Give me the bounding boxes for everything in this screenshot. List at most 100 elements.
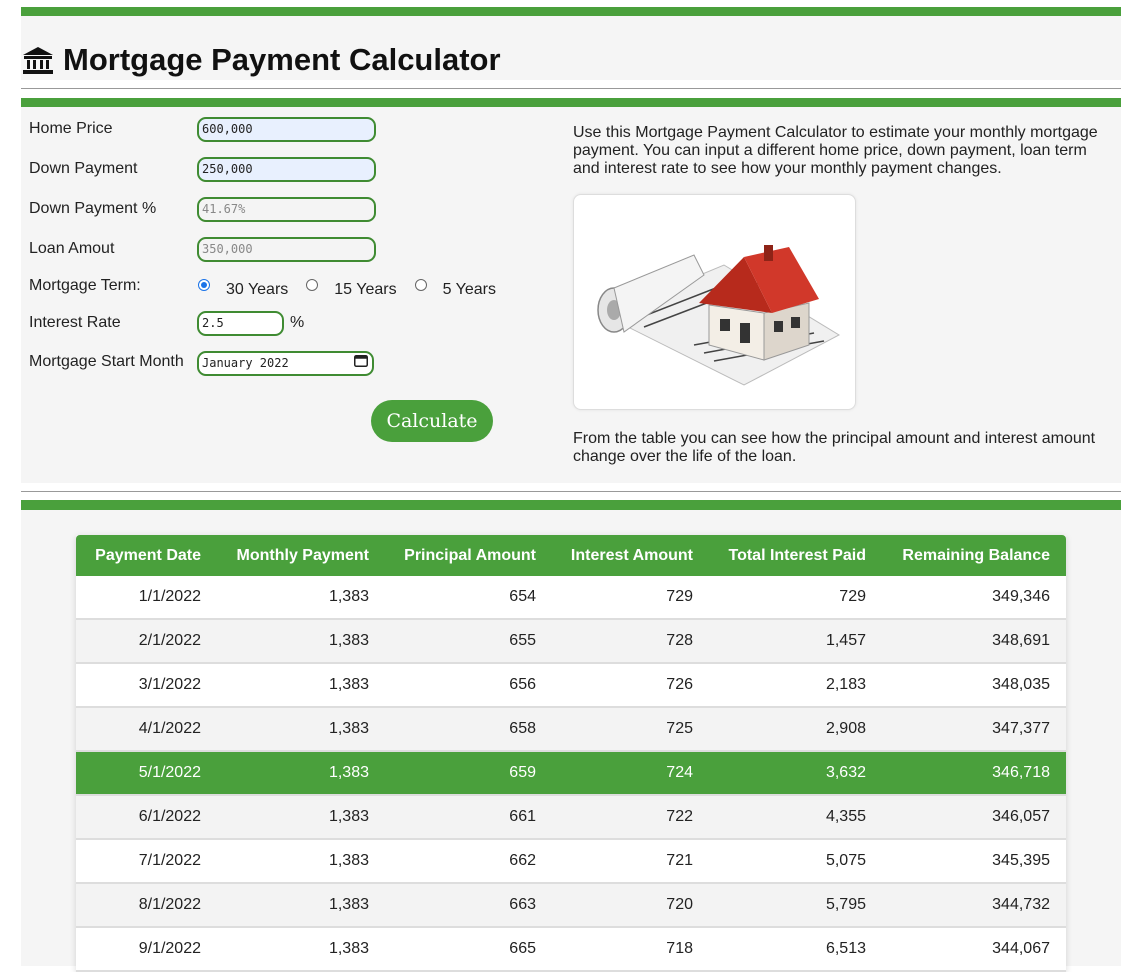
cell-monthly-payment: 1,383	[217, 839, 385, 884]
cell-payment-date: 2/1/2022	[76, 619, 217, 664]
page-title: Mortgage Payment Calculator	[21, 42, 501, 78]
cell-interest: 721	[552, 839, 709, 884]
divider	[21, 88, 1121, 89]
cell-monthly-payment: 1,383	[217, 927, 385, 972]
cell-principal: 658	[385, 707, 552, 752]
cell-remaining-balance: 348,035	[882, 663, 1066, 708]
start-month-value: January 2022	[202, 356, 289, 370]
col-remaining-balance: Remaining Balance	[882, 535, 1066, 576]
cell-principal: 654	[385, 576, 552, 620]
cell-payment-date: 7/1/2022	[76, 839, 217, 884]
term-5-label[interactable]: 5 Years	[443, 281, 496, 299]
cell-payment-date: 9/1/2022	[76, 927, 217, 972]
term-15-label[interactable]: 15 Years	[334, 281, 396, 299]
cell-interest: 728	[552, 619, 709, 664]
col-principal-amount: Principal Amount	[385, 535, 552, 576]
home-price-input[interactable]: 600,000	[197, 117, 376, 142]
cell-total-interest: 3,632	[709, 751, 882, 796]
top-accent-bar	[21, 7, 1121, 16]
mortgage-term-radio-group: 30 Years 15 Years 5 Years	[196, 279, 512, 299]
cell-principal: 656	[385, 663, 552, 708]
mortgage-term-label: Mortgage Term:	[29, 277, 141, 294]
cell-principal: 661	[385, 795, 552, 840]
cell-payment-date: 3/1/2022	[76, 663, 217, 708]
start-month-input[interactable]: January 2022	[197, 351, 374, 376]
col-monthly-payment: Monthly Payment	[217, 535, 385, 576]
cell-monthly-payment: 1,383	[217, 751, 385, 796]
start-month-label: Mortgage Start Month	[29, 353, 184, 370]
table-row-highlighted[interactable]: 5/1/2022 1,383 659 724 3,632 346,718	[76, 751, 1066, 796]
bank-icon	[21, 45, 55, 75]
table-row: 4/1/2022 1,383 658 725 2,908 347,377	[76, 707, 1066, 752]
cell-total-interest: 5,075	[709, 839, 882, 884]
cell-total-interest: 4,355	[709, 795, 882, 840]
cell-remaining-balance: 347,377	[882, 707, 1066, 752]
table-row: 3/1/2022 1,383 656 726 2,183 348,035	[76, 663, 1066, 708]
cell-principal: 659	[385, 751, 552, 796]
table-row: 7/1/2022 1,383 662 721 5,075 345,395	[76, 839, 1066, 884]
outro-text: From the table you can see how the princ…	[573, 430, 1096, 465]
cell-total-interest: 2,908	[709, 707, 882, 752]
cell-payment-date: 4/1/2022	[76, 707, 217, 752]
table-row: 1/1/2022 1,383 654 729 729 349,346	[76, 576, 1066, 620]
loan-amount-label: Loan Amout	[29, 240, 115, 257]
loan-amount-input[interactable]: 350,000	[197, 237, 376, 262]
cell-remaining-balance: 345,395	[882, 839, 1066, 884]
cell-payment-date: 6/1/2022	[76, 795, 217, 840]
cell-remaining-balance: 346,718	[882, 751, 1066, 796]
calendar-icon[interactable]	[354, 353, 368, 374]
calculate-button[interactable]: Calculate	[371, 400, 493, 442]
cell-total-interest: 729	[709, 576, 882, 620]
cell-remaining-balance: 349,346	[882, 576, 1066, 620]
term-5-radio[interactable]	[414, 279, 427, 291]
cell-principal: 663	[385, 883, 552, 928]
cell-interest: 725	[552, 707, 709, 752]
cell-monthly-payment: 1,383	[217, 619, 385, 664]
table-row: 6/1/2022 1,383 661 722 4,355 346,057	[76, 795, 1066, 840]
page-title-text: Mortgage Payment Calculator	[63, 42, 501, 77]
amortization-table: Payment Date Monthly Payment Principal A…	[76, 535, 1066, 972]
cell-total-interest: 6,513	[709, 927, 882, 972]
cell-interest: 726	[552, 663, 709, 708]
cell-monthly-payment: 1,383	[217, 707, 385, 752]
cell-monthly-payment: 1,383	[217, 795, 385, 840]
house-on-loan-application-image	[573, 194, 856, 410]
down-payment-pct-input[interactable]: 41.67%	[197, 197, 376, 222]
term-15-radio[interactable]	[306, 279, 319, 291]
cell-monthly-payment: 1,383	[217, 663, 385, 708]
table-row: 9/1/2022 1,383 665 718 6,513 344,067	[76, 927, 1066, 972]
cell-principal: 655	[385, 619, 552, 664]
home-price-label: Home Price	[29, 120, 113, 137]
accent-bar	[21, 98, 1121, 107]
cell-payment-date: 1/1/2022	[76, 576, 217, 620]
down-payment-label: Down Payment	[29, 160, 138, 177]
cell-principal: 665	[385, 927, 552, 972]
table-row: 8/1/2022 1,383 663 720 5,795 344,732	[76, 883, 1066, 928]
cell-payment-date: 5/1/2022	[76, 751, 217, 796]
down-payment-input[interactable]: 250,000	[197, 157, 376, 182]
col-payment-date: Payment Date	[76, 535, 217, 576]
interest-rate-input[interactable]: 2.5	[197, 311, 284, 336]
cell-monthly-payment: 1,383	[217, 576, 385, 620]
col-total-interest-paid: Total Interest Paid	[709, 535, 882, 576]
cell-principal: 662	[385, 839, 552, 884]
divider	[21, 491, 1121, 492]
down-payment-pct-label: Down Payment %	[29, 200, 157, 217]
interest-rate-label: Interest Rate	[29, 314, 121, 331]
cell-total-interest: 1,457	[709, 619, 882, 664]
term-30-label[interactable]: 30 Years	[226, 281, 288, 299]
cell-remaining-balance: 346,057	[882, 795, 1066, 840]
table-row: 2/1/2022 1,383 655 728 1,457 348,691	[76, 619, 1066, 664]
accent-bar	[21, 500, 1121, 510]
term-30-radio[interactable]	[198, 279, 210, 291]
cell-remaining-balance: 348,691	[882, 619, 1066, 664]
cell-payment-date: 8/1/2022	[76, 883, 217, 928]
cell-interest: 718	[552, 927, 709, 972]
cell-interest: 720	[552, 883, 709, 928]
interest-rate-unit: %	[290, 314, 305, 331]
cell-interest: 722	[552, 795, 709, 840]
cell-interest: 729	[552, 576, 709, 620]
cell-total-interest: 5,795	[709, 883, 882, 928]
cell-remaining-balance: 344,732	[882, 883, 1066, 928]
cell-monthly-payment: 1,383	[217, 883, 385, 928]
